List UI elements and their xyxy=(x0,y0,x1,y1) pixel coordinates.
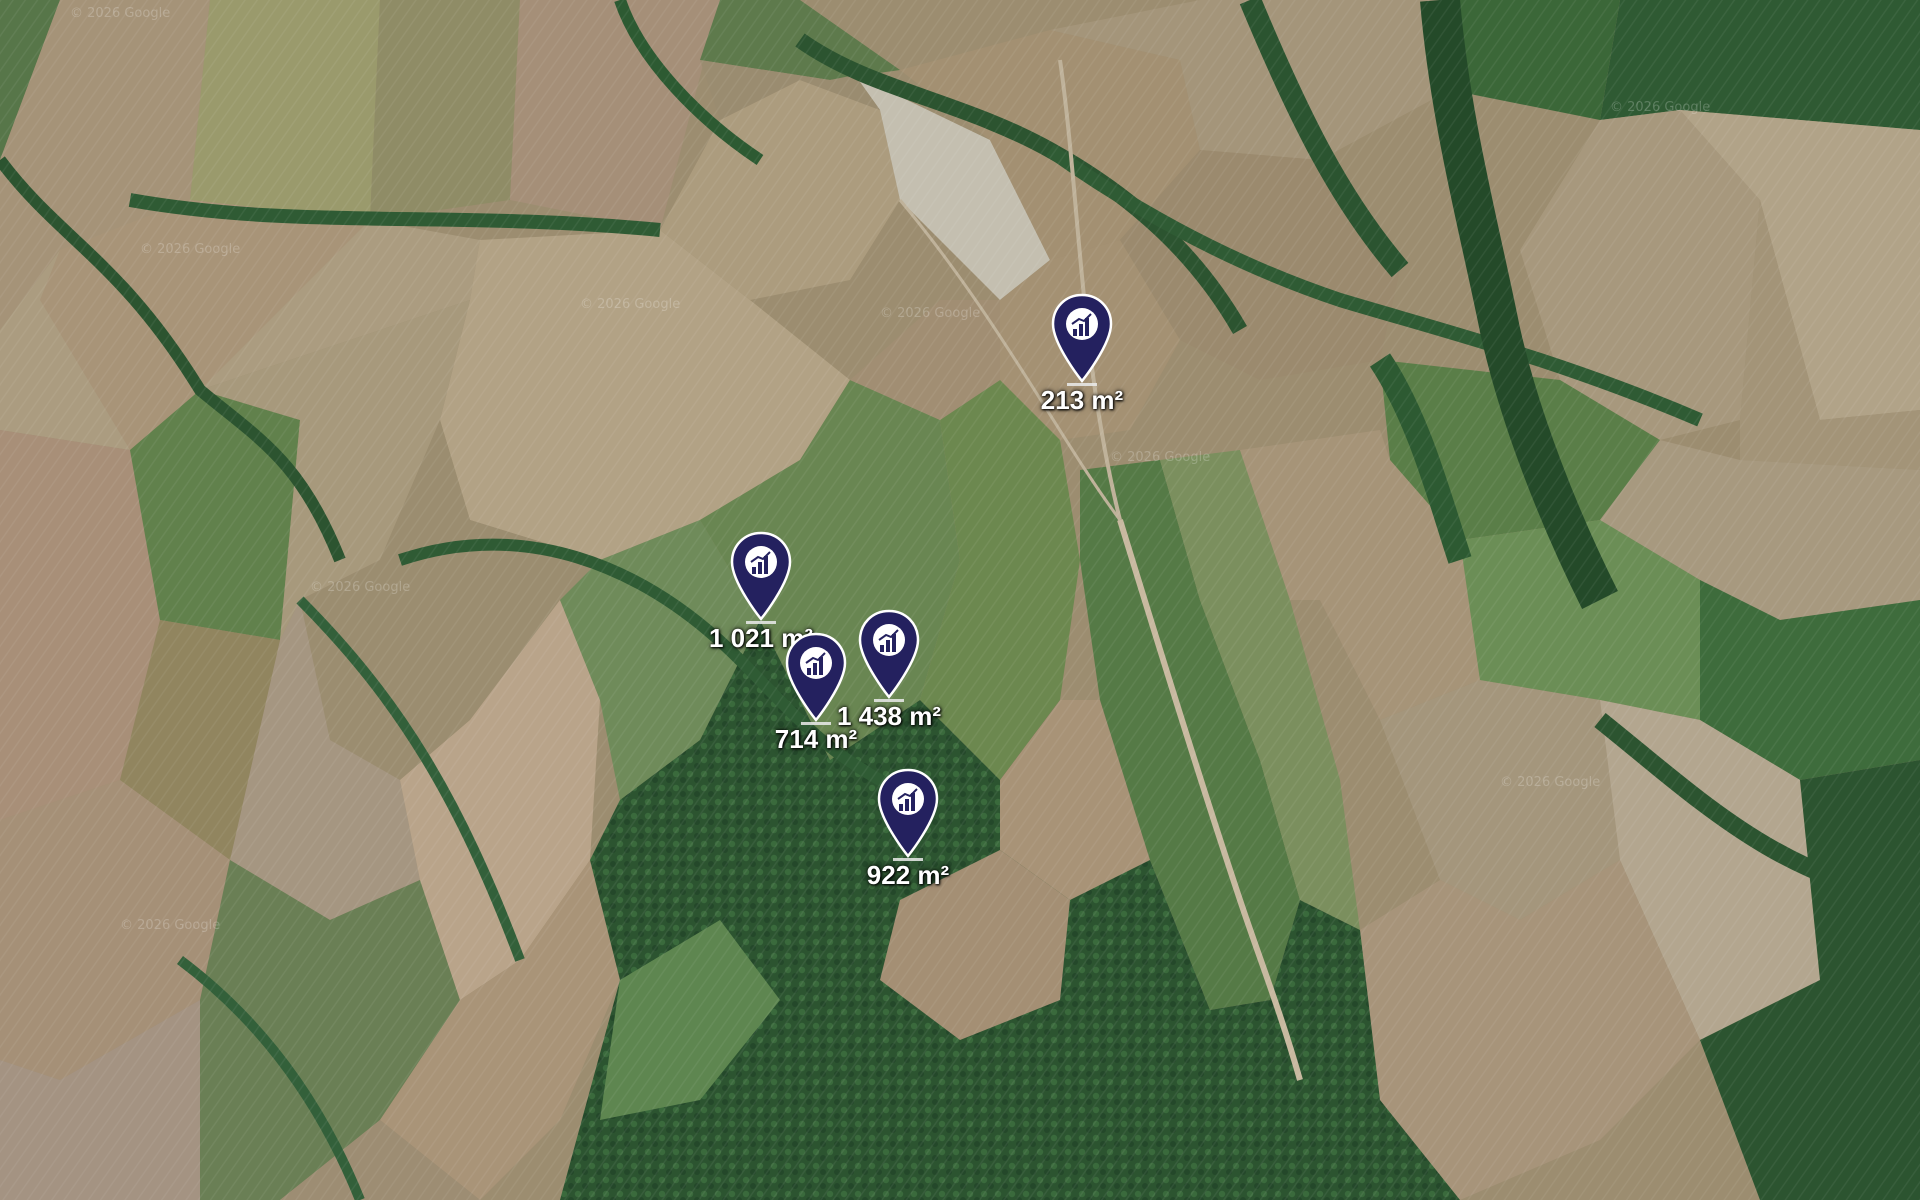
parcel-chart-icon xyxy=(878,629,899,652)
parcel-area-label: 714 m² xyxy=(774,724,858,754)
satellite-map[interactable] xyxy=(0,0,1920,1200)
parcel-chart-icon xyxy=(1071,313,1092,336)
parcel-chart-icon xyxy=(805,652,826,675)
parcel-marker[interactable]: 714 m² xyxy=(775,632,857,772)
parcel-chart-icon xyxy=(750,551,771,574)
parcel-area-label: 213 m² xyxy=(1040,385,1124,415)
parcel-chart-icon xyxy=(897,788,918,811)
parcel-marker[interactable]: 922 m² xyxy=(867,768,949,908)
parcel-marker[interactable]: 213 m² xyxy=(1041,293,1123,433)
parcel-area-label: 922 m² xyxy=(866,860,950,890)
